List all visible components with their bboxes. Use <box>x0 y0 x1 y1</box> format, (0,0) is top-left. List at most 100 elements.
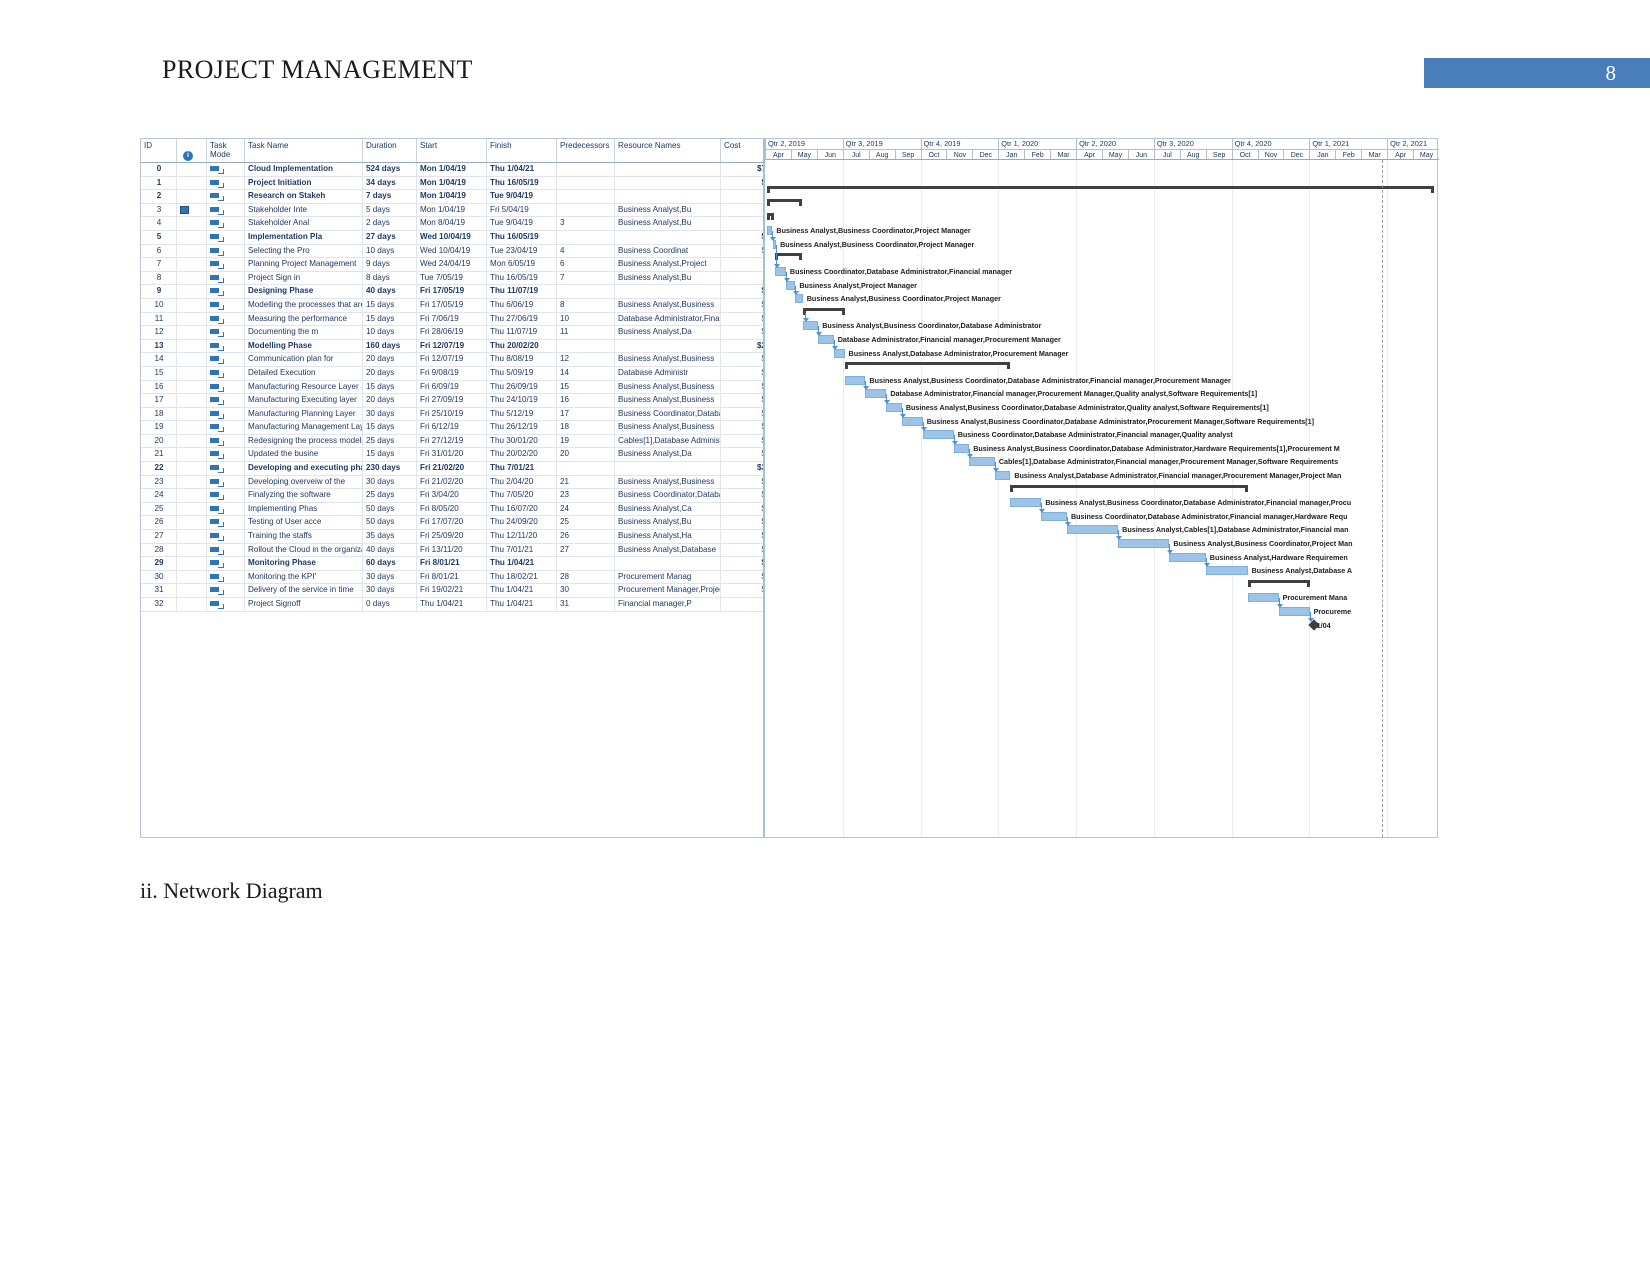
gantt-task-bar[interactable] <box>844 376 866 385</box>
cell-task-mode[interactable] <box>206 529 245 544</box>
table-row[interactable]: 6 Selecting the Pro 10 days Wed 10/04/19 Tue… <box>141 244 763 259</box>
gantt-summary-bar[interactable] <box>767 186 1435 193</box>
cell-task-mode[interactable] <box>206 434 245 449</box>
gantt-summary-bar[interactable] <box>802 308 845 315</box>
cell-task-mode[interactable] <box>206 162 245 177</box>
cell-resource-names: Business Coordinat <box>614 244 721 259</box>
gantt-task-bar[interactable] <box>922 430 954 439</box>
gantt-task-bar[interactable] <box>1066 525 1119 534</box>
gantt-task-bar[interactable] <box>994 471 1011 480</box>
table-row[interactable]: 27 Training the staffs 35 days Fri 25/09/20… <box>141 529 763 544</box>
cell-task-mode[interactable] <box>206 420 245 435</box>
cell-task-mode[interactable] <box>206 312 245 327</box>
table-row[interactable]: 28 Rollout the Cloud in the organization4… <box>141 543 763 558</box>
gantt-summary-bar[interactable] <box>1247 580 1310 587</box>
cell-task-mode[interactable] <box>206 271 245 286</box>
gantt-task-bar[interactable] <box>794 294 803 303</box>
gantt-task-bar[interactable] <box>1118 539 1170 548</box>
gantt-summary-bar[interactable] <box>1010 485 1248 492</box>
cell-task-mode[interactable] <box>206 475 245 490</box>
cell-id: 21 <box>141 447 177 463</box>
table-row[interactable]: 7 Planning Project Management 9 days Wed 24… <box>141 257 763 272</box>
table-row[interactable]: 20 Redesigning the process models 25 days F… <box>141 434 763 449</box>
cell-task-mode[interactable] <box>206 230 245 245</box>
cell-task-mode[interactable] <box>206 380 245 395</box>
cell-task-mode[interactable] <box>206 216 245 231</box>
gantt-task-bar[interactable] <box>969 457 995 466</box>
table-row[interactable]: 32 Project Signoff 0 days Thu 1/04/21 Thu 1/… <box>141 597 763 612</box>
gantt-summary-bar[interactable] <box>767 199 803 206</box>
cell-task-mode[interactable] <box>206 203 245 218</box>
cell-task-mode[interactable] <box>206 257 245 272</box>
cell-task-mode[interactable] <box>206 407 245 422</box>
cell-task-mode[interactable] <box>206 583 245 598</box>
cell-task-mode[interactable] <box>206 176 245 191</box>
table-row[interactable]: 3 Stakeholder Inte 5 days Mon 1/04/19 Fri 5/… <box>141 203 763 218</box>
cell-task-mode[interactable] <box>206 352 245 367</box>
table-row[interactable]: 4 Stakeholder Anal 2 days Mon 8/04/19 Tue 9/… <box>141 216 763 231</box>
table-row[interactable]: 31 Delivery of the service in time 30 days… <box>141 583 763 598</box>
table-row[interactable]: 15 Detailed Execution 20 days Fri 9/08/19 Th… <box>141 366 763 381</box>
table-row[interactable]: 2 Research on Stakeh 7 days Mon 1/04/19 Tue … <box>141 189 763 204</box>
table-row[interactable]: 17 Manufacturing Executing layer 20 days Fr… <box>141 393 763 408</box>
table-row[interactable]: 25 Implementing Phas 50 days Fri 8/05/20 Thu… <box>141 502 763 517</box>
table-row[interactable]: 13 Modelling Phase 160 days Fri 12/07/19 Thu… <box>141 339 763 354</box>
cell-task-mode[interactable] <box>206 556 245 571</box>
gantt-task-bar[interactable] <box>818 335 834 344</box>
table-row[interactable]: 5 Implementation Pla 27 days Wed 10/04/19 Th… <box>141 230 763 245</box>
cell-task-mode[interactable] <box>206 284 245 299</box>
table-row[interactable]: 18 Manufacturing Planning Layer 30 days Fri… <box>141 407 763 422</box>
gantt-task-bar[interactable] <box>802 321 819 330</box>
table-row[interactable]: 8 Project Sign in 8 days Tue 7/05/19 Thu 16/… <box>141 271 763 286</box>
table-row[interactable]: 19 Manufacturing Management Layer 15 days F… <box>141 420 763 435</box>
table-row[interactable]: 11 Measuring the performance 15 days Fri 7/… <box>141 312 763 327</box>
gantt-task-bar[interactable] <box>953 444 970 453</box>
gantt-task-bar[interactable] <box>901 417 923 426</box>
cell-task-mode[interactable] <box>206 339 245 354</box>
cell-task-mode[interactable] <box>206 189 245 204</box>
cell-task-mode[interactable] <box>206 597 245 612</box>
gantt-task-bar[interactable] <box>1247 593 1279 602</box>
cell-task-mode[interactable] <box>206 488 245 503</box>
table-row[interactable]: 26 Testing of User acce 50 days Fri 17/07/2… <box>141 515 763 531</box>
cell-task-name: Implementation Pla <box>244 230 363 245</box>
table-row[interactable]: 10 Modelling the processes that are 15 day… <box>141 298 763 313</box>
table-row[interactable]: 12 Documenting the m 10 days Fri 28/06/19 Th… <box>141 325 763 340</box>
cell-task-mode[interactable] <box>206 447 245 463</box>
gantt-task-bar[interactable] <box>865 389 887 398</box>
table-row[interactable]: 9 Designing Phase 40 days Fri 17/05/19 Thu 1… <box>141 284 763 299</box>
table-row[interactable]: 23 Developing overveiw of the 30 days Fri 2… <box>141 475 763 490</box>
cell-task-mode[interactable] <box>206 461 245 476</box>
table-row[interactable]: 0 Cloud Implementation 524 days Mon 1/04/19… <box>141 162 763 177</box>
gantt-task-bar[interactable] <box>1010 498 1042 507</box>
cell-task-mode[interactable] <box>206 543 245 558</box>
table-row[interactable]: 14 Communication plan for 20 days Fri 12/07… <box>141 352 763 367</box>
table-row[interactable]: 16 Manufacturing Resource Layer 15 days Fri… <box>141 380 763 395</box>
table-row[interactable]: 22 Developing and executing phase 230 days… <box>141 461 763 476</box>
table-row[interactable]: 30 Monitoring the KPI' 30 days Fri 8/01/21 T… <box>141 570 763 585</box>
table-row[interactable]: 21 Updated the busine 15 days Fri 31/01/20 T… <box>141 447 763 463</box>
cell-task-mode[interactable] <box>206 393 245 408</box>
gantt-task-bar[interactable] <box>785 281 796 290</box>
gantt-task-bar[interactable] <box>1278 607 1310 616</box>
cell-task-mode[interactable] <box>206 570 245 585</box>
table-row[interactable]: 24 Finalyzing the software 25 days Fri 3/04… <box>141 488 763 503</box>
cell-task-mode[interactable] <box>206 298 245 313</box>
gantt-task-bar[interactable] <box>1041 512 1067 521</box>
gantt-task-bar[interactable] <box>775 267 786 276</box>
gantt-summary-bar[interactable] <box>844 362 1010 369</box>
gantt-task-bar[interactable] <box>1169 553 1206 562</box>
cell-task-mode[interactable] <box>206 244 245 259</box>
cell-task-mode[interactable] <box>206 366 245 381</box>
gantt-task-bar[interactable] <box>1205 566 1248 575</box>
gantt-task-bar[interactable] <box>886 403 902 412</box>
gantt-summary-bar[interactable] <box>767 213 775 220</box>
gantt-summary-bar[interactable] <box>775 253 803 260</box>
gantt-task-bar[interactable] <box>833 349 845 358</box>
table-row[interactable]: 1 Project Initiation 34 days Mon 1/04/19 Thu… <box>141 176 763 191</box>
gantt-bar-label: Business Analyst,Business Coordinator,Pr… <box>780 240 975 249</box>
cell-task-mode[interactable] <box>206 325 245 340</box>
cell-task-mode[interactable] <box>206 515 245 531</box>
cell-task-mode[interactable] <box>206 502 245 517</box>
table-row[interactable]: 29 Monitoring Phase 60 days Fri 8/01/21 Thu … <box>141 556 763 571</box>
